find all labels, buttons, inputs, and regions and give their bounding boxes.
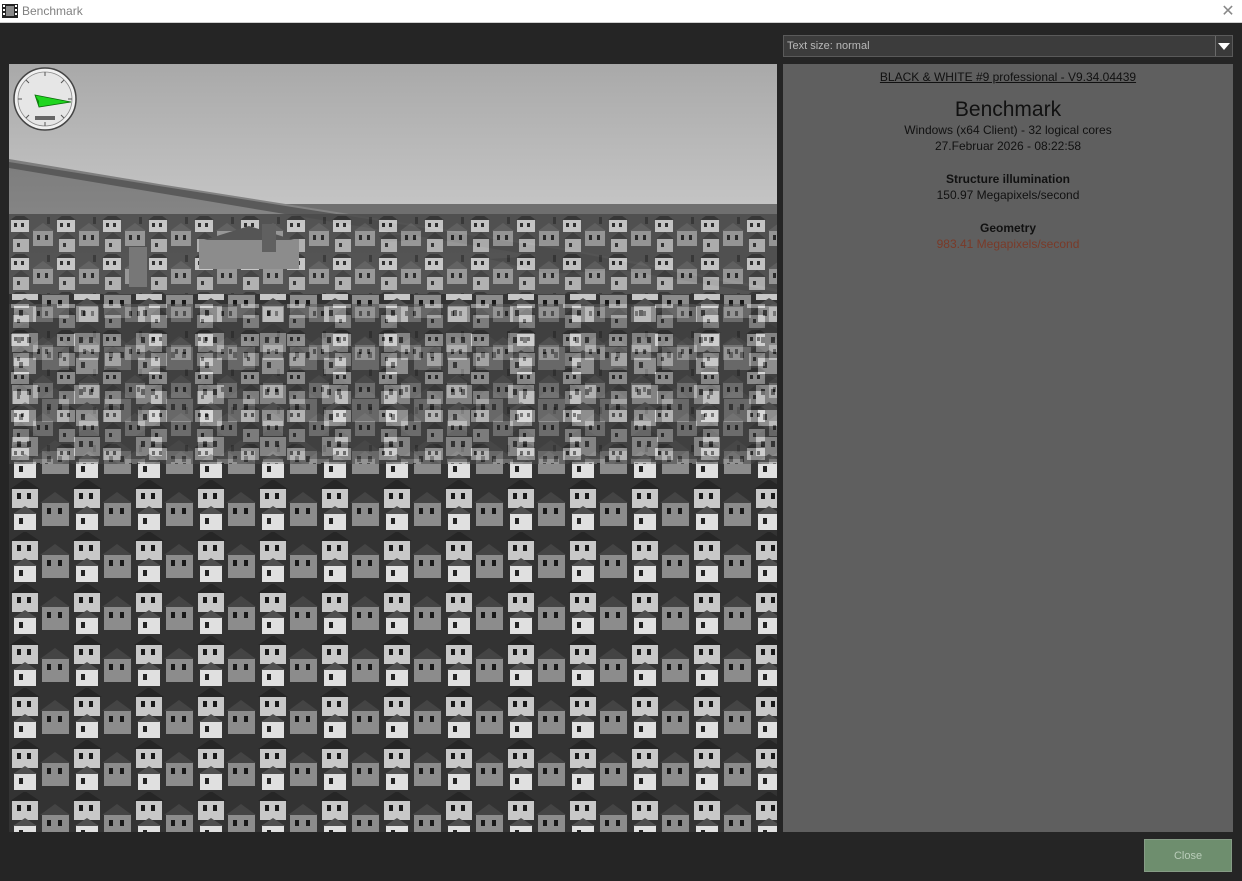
text-size-label: Text size: normal (787, 40, 870, 52)
system-info: Windows (x64 Client) - 32 logical cores (904, 123, 1112, 137)
window-title: Benchmark (22, 4, 83, 18)
version-link[interactable]: BLACK & WHITE #9 professional - V9.34.04… (783, 70, 1233, 84)
benchmark-datetime: 27.Februar 2026 - 08:22:58 (934, 139, 1082, 153)
benchmark-preview-image (9, 64, 777, 832)
benchmark-heading: Benchmark (954, 98, 1062, 121)
result-value-structure-illumination: 150.97 Megapixels/second (936, 188, 1080, 202)
close-icon[interactable]: ✕ (1218, 1, 1238, 21)
benchmark-info-panel: BLACK & WHITE #9 professional - V9.34.04… (783, 64, 1233, 832)
close-button[interactable]: Close (1144, 839, 1232, 872)
result-value-geometry: 983.41 Megapixels/second (936, 237, 1080, 251)
text-size-select[interactable]: Text size: normal (783, 35, 1233, 57)
compass-gauge-icon (13, 67, 77, 131)
result-name-structure-illumination: Structure illumination (945, 172, 1070, 186)
result-name-geometry: Geometry (979, 221, 1037, 235)
film-icon (2, 4, 18, 18)
title-bar: Benchmark ✕ (0, 0, 1242, 23)
chevron-down-icon[interactable] (1215, 36, 1232, 56)
cityscape-photo (9, 64, 777, 832)
